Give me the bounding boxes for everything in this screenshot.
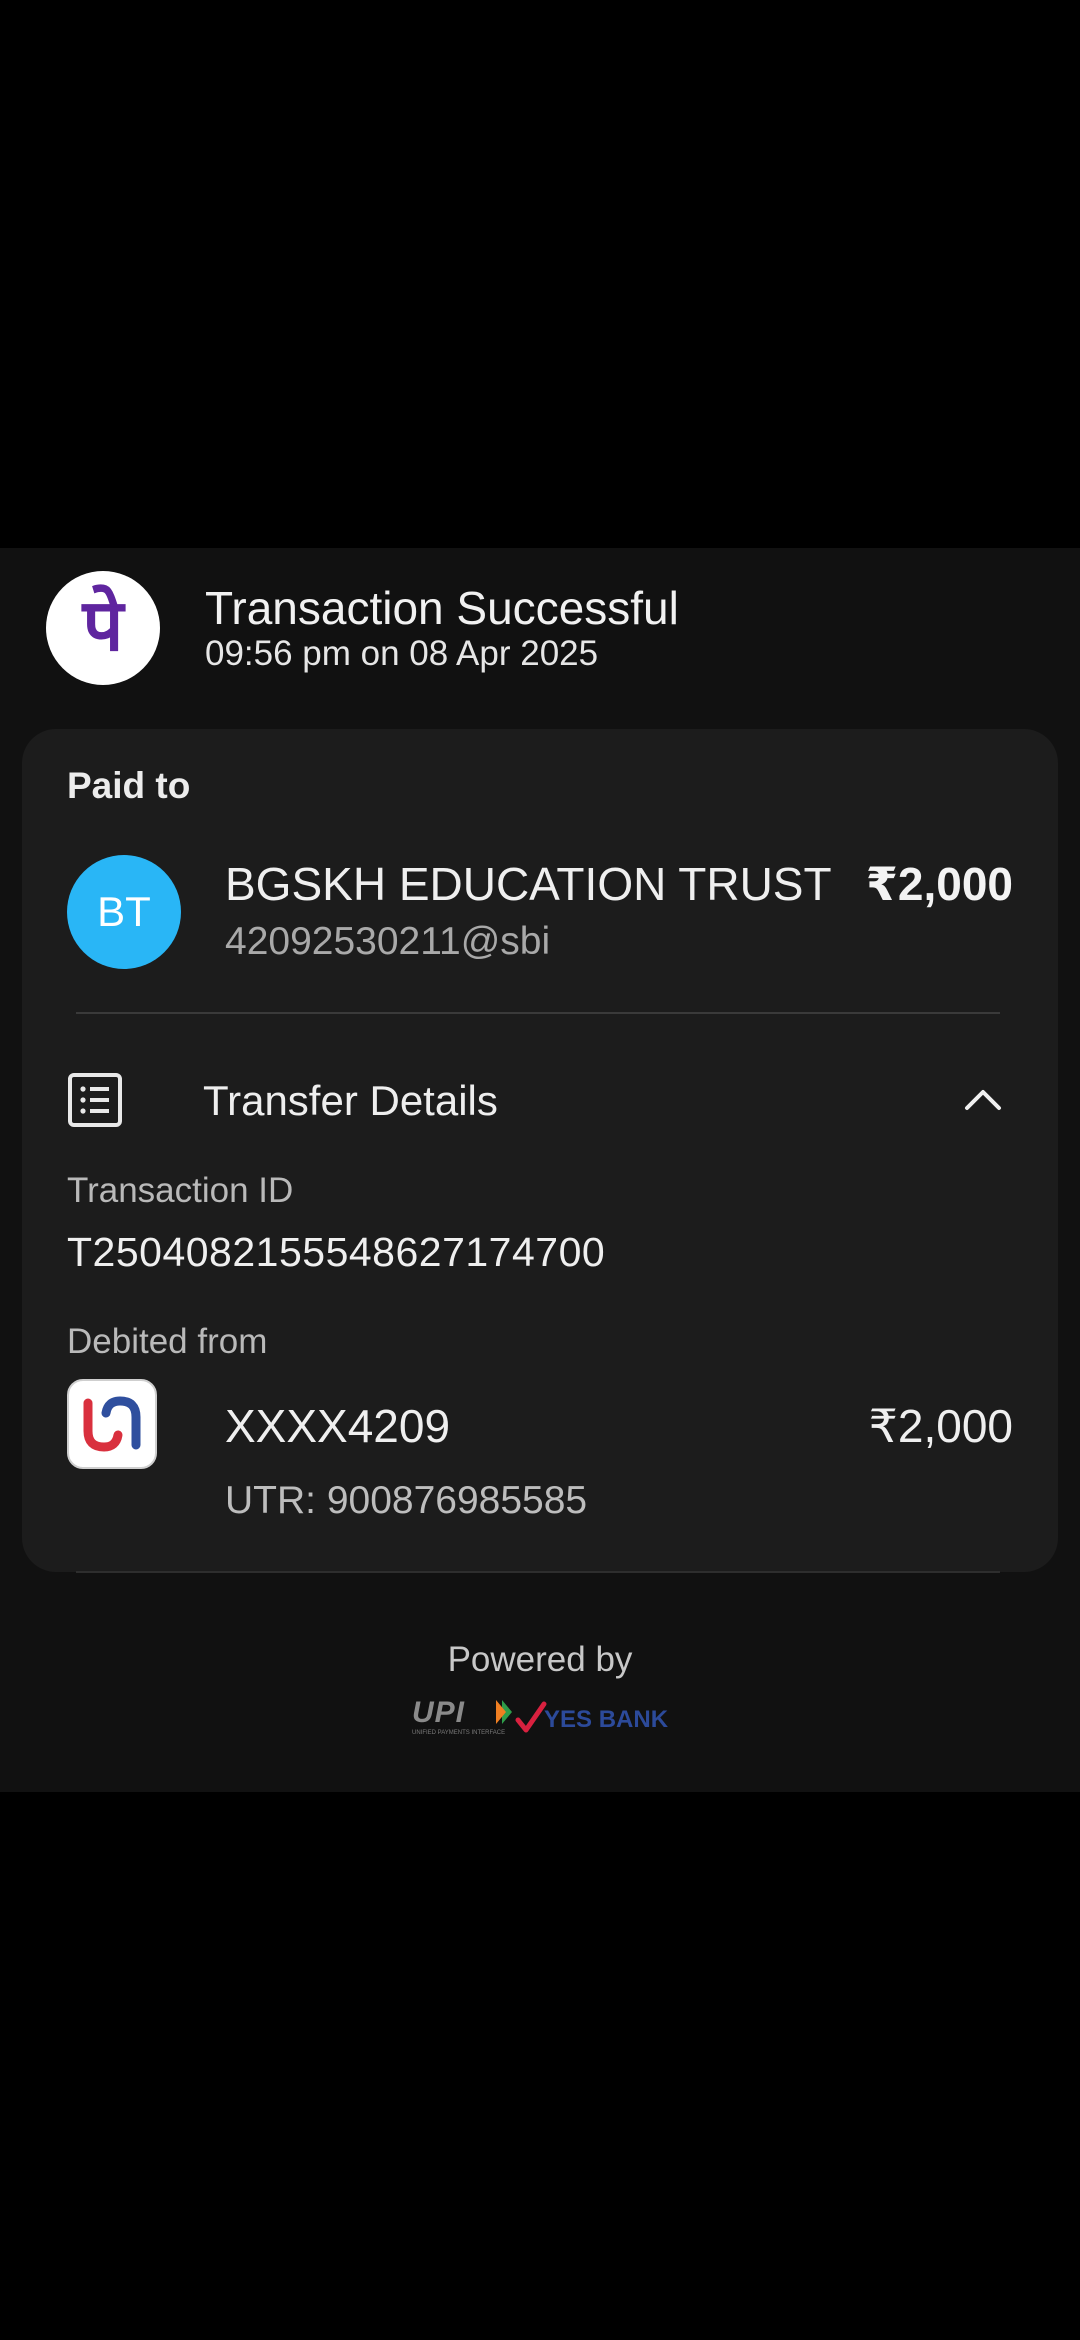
union-bank-logo-mark: [83, 1396, 141, 1452]
transfer-details-label: Transfer Details: [203, 1077, 498, 1124]
chevron-up-icon[interactable]: [963, 1081, 1003, 1117]
payee-avatar: BT: [67, 855, 181, 969]
divider: [76, 1012, 1000, 1014]
debit-amount: ₹2,000: [868, 1400, 1013, 1452]
transaction-timestamp: 09:56 pm on 08 Apr 2025: [205, 634, 599, 673]
debited-from-label: Debited from: [67, 1322, 268, 1361]
yes-bank-name: YES BANK: [544, 1706, 669, 1733]
transaction-status-title: Transaction Successful: [205, 582, 679, 634]
payee-amount: ₹2,000: [865, 858, 1013, 910]
union-bank-logo-icon: [67, 1379, 157, 1469]
receipt-list-icon: [68, 1073, 122, 1127]
transfer-details-toggle[interactable]: Transfer Details: [67, 1059, 1013, 1139]
payee-vpa: 42092530211@sbi: [225, 920, 551, 963]
upi-yes-bank-logo: UPI UNIFIED PAYMENTS INTERFACE YES BANK: [412, 1696, 669, 1736]
payee-name: BGSKH EDUCATION TRUST: [225, 858, 832, 910]
upi-logo-text: UPI: [412, 1696, 465, 1729]
utr-number: UTR: 900876985585: [225, 1479, 588, 1522]
payee-avatar-initials: BT: [97, 888, 151, 935]
phonepe-logo-glyph: पे: [82, 583, 124, 667]
transaction-id-value: T2504082155548627174700: [67, 1229, 606, 1275]
divider: [76, 1571, 1000, 1573]
upi-logo-subtext: UNIFIED PAYMENTS INTERFACE: [412, 1730, 505, 1736]
debit-account-number: XXXX4209: [225, 1400, 451, 1452]
transaction-id-label: Transaction ID: [67, 1171, 294, 1210]
transaction-header: पे Transaction Successful 09:56 pm on 08…: [46, 571, 1036, 685]
powered-by-label: Powered by: [447, 1640, 633, 1679]
paid-to-label: Paid to: [67, 765, 191, 806]
phonepe-logo: पे: [46, 571, 160, 685]
transaction-card: Paid to BT BGSKH EDUCATION TRUST 4209253…: [22, 729, 1058, 1572]
